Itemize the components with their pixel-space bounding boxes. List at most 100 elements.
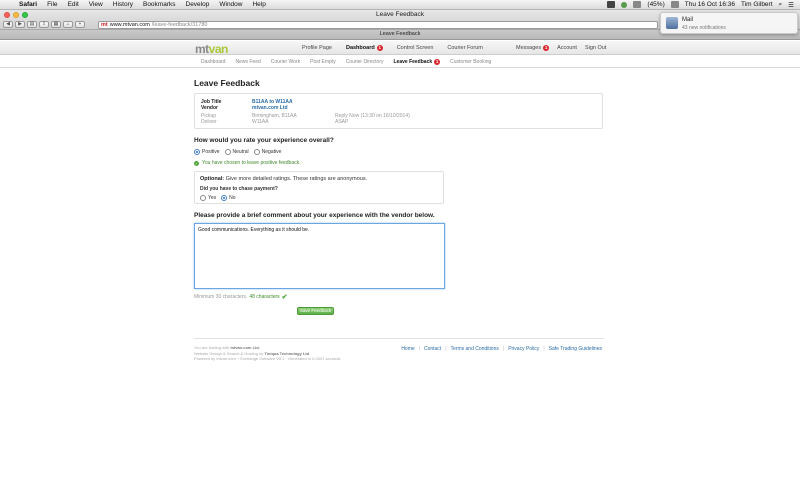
radio-icon[interactable]	[224, 149, 231, 155]
subnav-courier-directory[interactable]: Courier Directory	[341, 59, 389, 65]
chase-payment-question: Did you have to chase payment?	[200, 186, 278, 192]
battery-status[interactable]: (45%)	[647, 1, 664, 8]
nav-courier-forum[interactable]: Courier Forum	[440, 45, 489, 51]
rating-positive[interactable]: Positive	[194, 149, 220, 155]
mail-app-icon	[666, 17, 678, 29]
radio-icon[interactable]	[253, 149, 260, 155]
nav-dashboard[interactable]: Dashboard 1	[339, 45, 390, 51]
list-icon[interactable]: ☰	[788, 1, 794, 9]
menu-develop[interactable]: Develop	[181, 1, 215, 8]
optional-ratings-text: Optional: Give more detailed ratings. Th…	[200, 176, 368, 182]
main-content: Leave Feedback Job Title B11AA to W11AA …	[194, 78, 604, 315]
optional-ratings-box: Optional: Give more detailed ratings. Th…	[194, 171, 444, 204]
menu-file[interactable]: File	[42, 1, 62, 8]
radio-selected-icon[interactable]	[221, 195, 228, 201]
forward-button[interactable]: ▶	[15, 21, 25, 28]
radio-icon[interactable]	[200, 195, 206, 201]
user-name[interactable]: Tim Gilbert	[741, 1, 773, 8]
chase-payment-group: Yes No	[200, 195, 438, 201]
rating-negative[interactable]: Negative	[253, 149, 281, 155]
wifi-icon[interactable]	[633, 1, 642, 8]
site-logo[interactable]: mtvan	[195, 42, 228, 56]
menu-extras: (45%) Thu 16 Oct 16:36 Tim Gilbert ⌕ ☰	[607, 1, 800, 9]
menu-help[interactable]: Help	[247, 1, 270, 8]
radio-selected-icon[interactable]	[194, 149, 200, 155]
mail-notification[interactable]: Mail 43 new notifications	[660, 12, 798, 34]
sidebar-button[interactable]: ▤	[27, 21, 37, 28]
menu-window[interactable]: Window	[214, 1, 247, 8]
nav-messages[interactable]: Messages 1	[512, 45, 553, 51]
sub-nav: Dashboard News Feed Courier Work Post Em…	[0, 56, 800, 68]
status-icon[interactable]	[621, 1, 628, 8]
subnav-news-feed[interactable]: News Feed	[230, 59, 265, 65]
page-title: Leave Feedback	[194, 78, 260, 88]
rating-neutral[interactable]: Neutral	[224, 149, 249, 155]
rating-confirmation: ✓ You have chosen to leave positive feed…	[194, 160, 301, 166]
site-favicon-icon: mt	[101, 22, 108, 28]
comment-question: Please provide a brief comment about you…	[194, 212, 435, 219]
subnav-post-empty[interactable]: Post Empty	[305, 59, 341, 65]
dashboard-badge: 1	[376, 45, 383, 51]
nav-control-screen[interactable]: Control Screen	[390, 45, 441, 51]
minimum-chars-text: Minimum 30 characters.	[194, 294, 248, 300]
footer-links: Home | Contact | Terms and Conditions | Pri…	[401, 346, 602, 352]
char-count: 48 characters	[249, 294, 280, 300]
nav-profile-page[interactable]: Profile Page	[295, 45, 339, 51]
footer-link-terms[interactable]: Terms and Conditions	[451, 346, 499, 352]
notification-title: Mail	[682, 17, 694, 23]
job-summary: Job Title B11AA to W11AA Vendor mtvan.co…	[194, 93, 603, 129]
menu-view[interactable]: View	[84, 1, 108, 8]
address-host: www.mtvan.com	[109, 22, 150, 28]
overall-rating-question: How would you rate your experience overa…	[194, 137, 334, 144]
search-icon[interactable]: ⌕	[779, 1, 783, 9]
menu-edit[interactable]: Edit	[63, 1, 84, 8]
back-button[interactable]: ◀	[3, 21, 13, 28]
footer-trading-company[interactable]: mtvan.com Ltd.	[230, 345, 260, 350]
menu-app-name[interactable]: Safari	[14, 1, 42, 8]
toolbar-buttons: ◀ ▶ ▤ ⇪ ▦ ⌂ +	[3, 21, 85, 28]
save-feedback-button[interactable]: Save Feedback	[297, 307, 334, 315]
deliver-value: W11AA	[252, 119, 269, 125]
vendor-label: Vendor	[201, 105, 218, 111]
notification-subtitle: 43 new notifications	[682, 25, 726, 31]
checkmark-icon: ✔	[281, 294, 288, 301]
footer-link-contact[interactable]: Contact	[424, 346, 441, 352]
footer-hosting-company[interactable]: Tiniqua Technology Ltd	[264, 351, 309, 356]
home-button[interactable]: ⌂	[63, 21, 73, 28]
main-nav: Profile Page Dashboard 1 Control Screen C…	[295, 45, 490, 51]
character-counter: Minimum 30 characters. 48 characters ✔	[194, 293, 604, 301]
address-path: /leave-feedback/31780	[151, 22, 208, 28]
share-button[interactable]: ⇪	[39, 21, 49, 28]
add-tab-button[interactable]: +	[75, 21, 85, 28]
menu-history[interactable]: History	[108, 1, 138, 8]
footer-link-home[interactable]: Home	[401, 346, 414, 352]
nav-sign-out[interactable]: Sign Out	[581, 45, 610, 51]
dropbox-icon[interactable]	[607, 1, 616, 8]
subnav-courier-work[interactable]: Courier Work	[266, 59, 305, 65]
vendor-link[interactable]: mtvan.com Ltd	[252, 105, 288, 111]
menu-bookmarks[interactable]: Bookmarks	[138, 1, 181, 8]
account-nav: Messages 1 Account Sign Out	[512, 45, 610, 51]
subnav-leave-feedback[interactable]: Leave Feedback 1	[389, 59, 446, 65]
deliver-label: Deliver	[201, 119, 217, 125]
subnav-dashboard[interactable]: Dashboard	[196, 59, 230, 65]
chase-yes[interactable]: Yes	[200, 195, 216, 201]
address-bar[interactable]: mt www.mtvan.com/leave-feedback/31780	[98, 21, 658, 29]
chase-no[interactable]: No	[221, 195, 236, 201]
leave-feedback-badge: 1	[434, 59, 441, 65]
footer-link-privacy[interactable]: Privacy Policy	[508, 346, 539, 352]
reply-urgency: ASAP	[335, 119, 349, 125]
subnav-customer-booking[interactable]: Customer Booking	[445, 59, 496, 65]
menu-bar: Safari File Edit View History Bookmarks …	[0, 0, 800, 10]
overall-rating-group: Positive Neutral Negative	[194, 149, 604, 155]
flag-icon[interactable]	[670, 1, 679, 8]
comment-textarea[interactable]: Good communications. Everything as it sh…	[194, 223, 445, 289]
footer: You are trading with mtvan.com Ltd. Webs…	[194, 338, 604, 362]
site-header: mtvan Profile Page Dashboard 1 Control Sc…	[0, 41, 800, 56]
nav-account[interactable]: Account	[553, 45, 581, 51]
top-sites-button[interactable]: ▦	[51, 21, 61, 28]
messages-badge: 1	[543, 45, 550, 51]
check-circle-icon: ✓	[194, 160, 199, 166]
footer-link-safe-trading[interactable]: Safe Trading Guidelines	[549, 346, 602, 352]
clock[interactable]: Thu 16 Oct 16:36	[685, 1, 735, 8]
